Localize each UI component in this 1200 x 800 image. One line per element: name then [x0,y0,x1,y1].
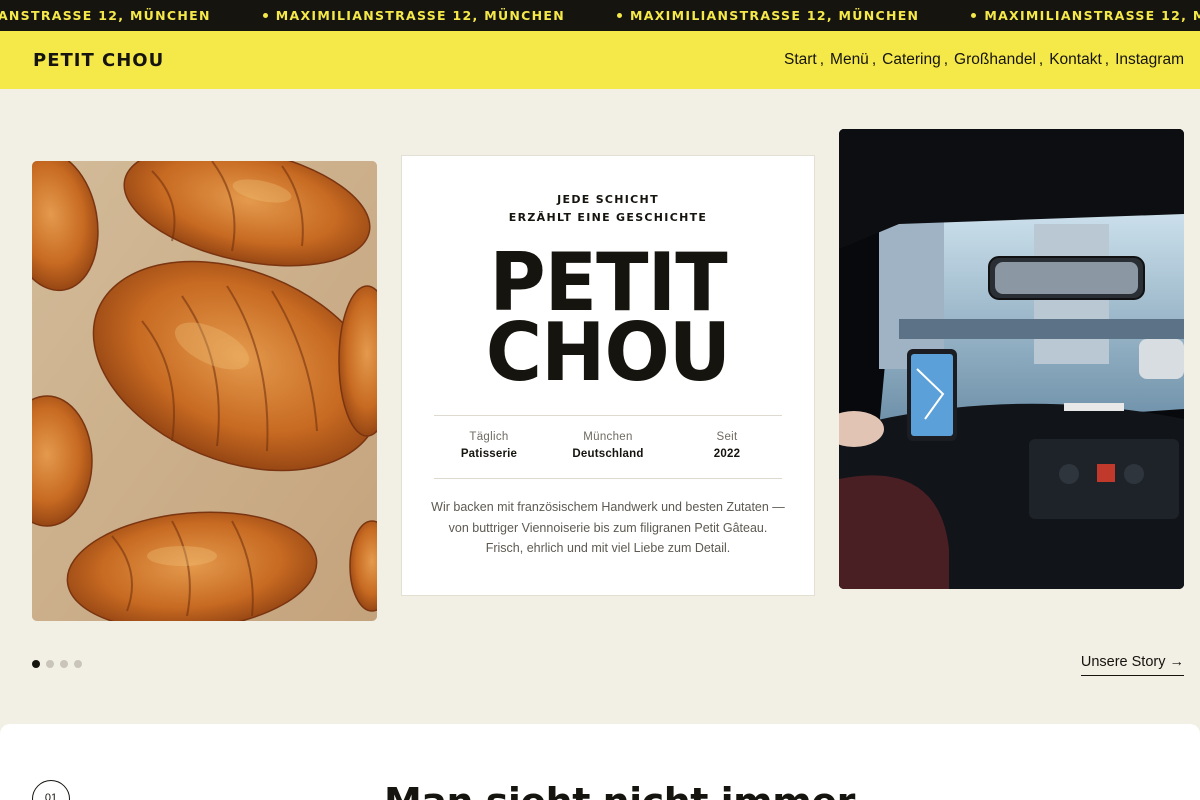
fact-label: Täglich [469,431,509,443]
nav-separator: , [871,51,877,68]
fact-value: 2022 [713,448,741,460]
fact-item: Täglich Patisserie [429,431,549,460]
nav-separator: , [1038,51,1044,68]
car-interior-photo [839,129,1184,589]
bullet-icon [617,13,623,18]
fact-value: Deutschland [572,448,644,460]
slider-dot[interactable] [74,660,82,668]
ticker-item: MAXIMILIANSTRASSE 12, MÜNCHEN [262,8,617,23]
bullet-icon [971,13,977,18]
nav-link-start[interactable]: Start [784,51,817,69]
fact-item: Seit 2022 [667,431,787,460]
next-section: 01 Man sieht nicht immer [0,724,1200,800]
main-nav: Start, Menü, Catering, Großhandel, Konta… [784,51,1184,69]
section-number-badge: 01 [32,780,70,800]
nav-link-menu[interactable]: Menü [830,51,869,69]
hero-card: JEDE SCHICHT ERZÄHLT EINE GESCHICHTE PET… [401,155,815,596]
slider-dot[interactable] [46,660,54,668]
hero-title: CHOU [485,306,731,399]
site-header: PETIT CHOU Start, Menü, Catering, Großha… [0,31,1200,89]
nav-separator: , [943,51,949,68]
fact-label: Seit [716,431,738,443]
bullet-icon [262,13,268,18]
croissants-photo [32,161,377,621]
ticker-item: MAXIMILIANSTRASSE 12, MÜNCHEN [617,8,971,23]
nav-link-catering[interactable]: Catering [882,51,941,69]
section-title: Man sieht nicht immer [384,780,855,800]
nav-link-kontakt[interactable]: Kontakt [1049,51,1102,69]
slider-dot[interactable] [60,660,68,668]
fact-label: München [583,431,633,443]
divider [434,478,782,479]
brand-logo[interactable]: PETIT CHOU [33,50,164,71]
fact-value: Patisserie [460,448,518,460]
address-ticker: IANSTRASSE 12, MÜNCHEN MAXIMILIANSTRASSE… [0,0,1200,31]
nav-separator: , [1104,51,1110,68]
divider [434,415,782,416]
fact-item: München Deutschland [548,431,668,460]
hero-kicker: ERZÄHLT EINE GESCHICHTE [508,211,708,224]
slider-dots [32,660,88,668]
slider-dot[interactable] [32,660,40,668]
hero-kicker: JEDE SCHICHT [557,193,659,206]
nav-link-instagram[interactable]: Instagram [1115,51,1184,69]
nav-separator: , [819,51,825,68]
nav-link-grosshandel[interactable]: Großhandel [954,51,1036,69]
hero-intro-text: Wir backen mit französischem Handwerk un… [431,500,785,555]
ticker-item: IANSTRASSE 12, MÜNCHEN [0,8,211,23]
our-story-link[interactable]: Unsere Story → [1080,654,1184,676]
ticker-item: MAXIMILIANSTRASSE 12, MÜNCHEN [971,8,1200,23]
